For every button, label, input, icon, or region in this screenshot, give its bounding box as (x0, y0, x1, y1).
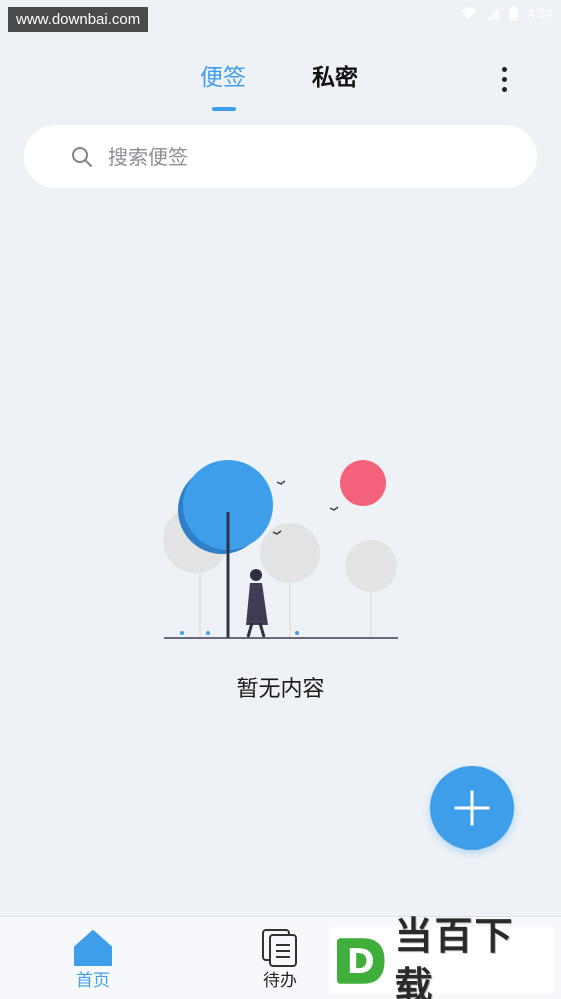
tab-private[interactable]: 私密 (312, 60, 358, 96)
nav-item-todo[interactable]: 待办 (235, 926, 325, 996)
ad-banner[interactable]: D 当百下载 (329, 914, 553, 999)
watermark-label: www.downbai.com (8, 7, 149, 32)
ad-banner-text: 当百下载 (394, 913, 515, 999)
nav-item-home[interactable]: 首页 (48, 926, 138, 996)
empty-state-illustration (163, 460, 398, 639)
nav-label-home: 首页 (76, 971, 110, 991)
home-icon (74, 930, 112, 966)
ad-logo-icon: D (336, 937, 385, 984)
wifi-icon (461, 7, 477, 20)
search-placeholder: 搜索便签 (108, 145, 188, 169)
nav-label-todo: 待办 (263, 971, 297, 991)
more-vertical-icon (501, 66, 507, 72)
status-time: 4:34 (527, 5, 553, 21)
more-options-button[interactable] (490, 62, 518, 96)
signal-icon (486, 6, 499, 20)
empty-state-text: 暂无内容 (236, 677, 325, 702)
plus-icon (454, 790, 490, 826)
todo-icon (262, 929, 297, 967)
ad-logo-letter: D (347, 941, 375, 980)
search-input[interactable]: 搜索便签 (24, 125, 537, 188)
battery-icon (509, 5, 518, 21)
status-bar: www.downbai.com 4:34 (0, 0, 561, 32)
tab-selected-indicator (212, 107, 236, 111)
search-icon (72, 147, 92, 167)
status-icons: 4:34 (461, 4, 553, 22)
add-note-button[interactable] (430, 766, 514, 850)
tab-notes[interactable]: 便签 (200, 60, 246, 96)
